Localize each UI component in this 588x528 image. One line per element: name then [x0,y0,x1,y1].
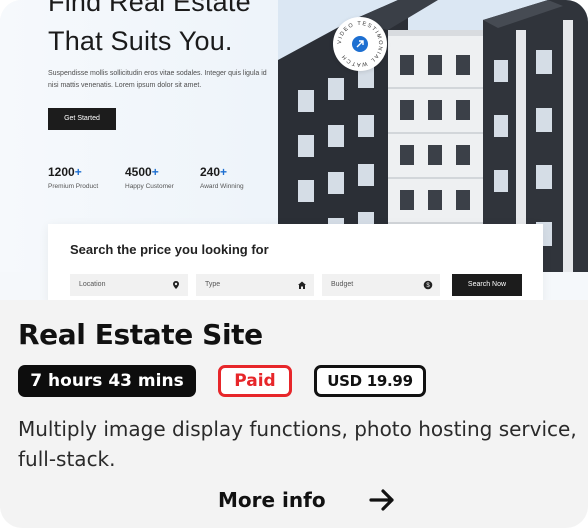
search-panel: Search the price you looking for Locatio… [48,224,543,300]
search-now-button[interactable]: Search Now [452,274,522,296]
stat-value: 1200 [48,165,75,179]
duration-badge: 7 hours 43 mins [18,365,196,397]
stat-label: Premium Product [48,183,99,190]
location-field[interactable]: Location [70,274,188,296]
hero-title-line1: Find Real Estate [48,0,251,17]
get-started-button[interactable]: Get Started [48,108,116,130]
budget-field[interactable]: Budget $ [322,274,440,296]
stat-plus: + [74,165,82,179]
stat-label: Happy Customer [125,183,174,190]
stat-value: 4500 [125,165,152,179]
budget-placeholder: Budget [331,281,354,288]
location-pin-icon [173,281,179,289]
more-info-link[interactable]: More info [210,482,420,518]
play-arrow-icon: VIDEO TESTIMONIAL WATCH [337,21,382,67]
more-info-label: More info [218,488,326,512]
home-icon [298,281,306,289]
location-placeholder: Location [79,281,106,288]
stat-value: 240 [200,165,221,179]
card-description: Multiply image display functions, photo … [18,417,577,471]
price-badge: USD 19.99 [314,365,426,397]
type-field[interactable]: Type [196,274,314,296]
stat-happy-customer: 4500+ Happy Customer [125,165,174,190]
stat-premium-product: 1200+ Premium Product [48,165,98,190]
card-title: Real Estate Site [18,318,263,351]
dollar-icon: $ [423,280,433,290]
video-testimonial-badge[interactable]: VIDEO TESTIMONIAL WATCH [333,17,387,71]
search-title: Search the price you looking for [70,242,269,257]
stat-plus: + [220,165,228,179]
stat-label: Award Winning [200,183,244,190]
type-placeholder: Type [205,281,221,288]
stat-plus: + [151,165,159,179]
arrow-right-icon [368,489,394,511]
template-card[interactable]: Find Real Estate That Suits You. Suspend… [0,0,588,528]
hero-title-line2: That Suits You. [48,26,233,56]
paid-badge: Paid [218,365,292,397]
stat-award-winning: 240+ Award Winning [200,165,244,190]
hero-description: Suspendisse mollis sollicitudin eros vit… [48,70,267,89]
template-preview[interactable]: Find Real Estate That Suits You. Suspend… [0,0,588,300]
